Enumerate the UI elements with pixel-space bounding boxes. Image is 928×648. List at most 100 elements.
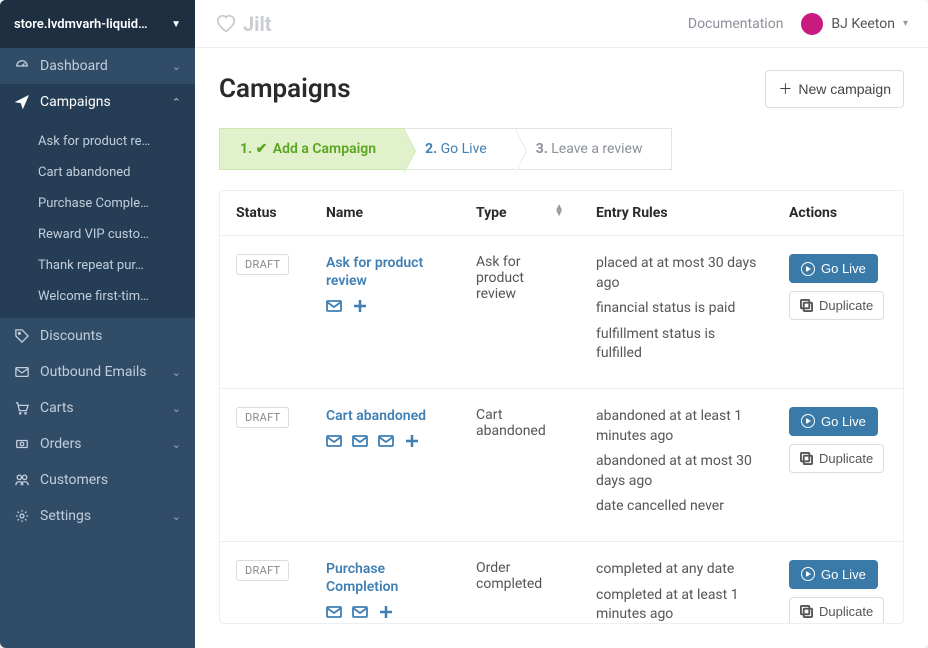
main: Jilt Documentation BJ Keeton ▾ Campaigns… (195, 0, 928, 648)
send-icon (14, 94, 30, 110)
avatar (801, 13, 823, 35)
sidebar-item-label: Outbound Emails (40, 364, 146, 380)
campaign-type: Cart abandoned (460, 388, 580, 541)
campaign-type: Ask for product review (460, 236, 580, 389)
user-menu[interactable]: BJ Keeton ▾ (801, 13, 908, 35)
sidebar-item-label: Customers (40, 472, 108, 488)
campaigns-table: Status Name Type ▲▼ Entry Rules Actions … (220, 191, 903, 624)
users-icon (14, 472, 30, 488)
table-row: DRAFTPurchase CompletionOrder completedc… (220, 541, 903, 624)
sidebar-item-customers[interactable]: Customers (0, 462, 195, 498)
tag-icon (14, 328, 30, 344)
sidebar-item-discounts[interactable]: Discounts (0, 318, 195, 354)
brand-logo: Jilt (215, 12, 272, 36)
add-email-icon[interactable] (352, 298, 368, 314)
orders-icon (14, 436, 30, 452)
check-icon: ✔ (256, 141, 268, 157)
chevron-down-icon: ⌄ (172, 366, 181, 379)
sidebar-subitem[interactable]: Cart abandoned (0, 157, 195, 188)
sidebar-item-orders[interactable]: Orders ⌄ (0, 426, 195, 462)
step-leave-a-review: 3. Leave a review (516, 128, 672, 170)
sidebar-subitem[interactable]: Ask for product re… (0, 126, 195, 157)
add-email-icon[interactable] (404, 433, 420, 449)
mail-icon (14, 364, 30, 380)
campaign-name-link[interactable]: Cart abandoned (326, 407, 444, 425)
chevron-up-icon: ⌃ (172, 96, 181, 109)
table-row: DRAFTCart abandonedCart abandonedabandon… (220, 388, 903, 541)
sidebar: store.lvdmvarh-liquid… ▼ Dashboard ⌄ Campa… (0, 0, 195, 648)
sidebar-item-settings[interactable]: Settings⌄ (0, 498, 195, 534)
play-icon (801, 567, 815, 581)
envelope-icon[interactable] (378, 433, 394, 449)
play-icon (801, 414, 815, 428)
page-header: Campaigns ＋ New campaign (195, 48, 928, 128)
th-status[interactable]: Status (220, 191, 310, 236)
step-add-a-campaign: 1. ✔ Add a Campaign (219, 128, 405, 170)
chevron-down-icon: ⌄ (172, 438, 181, 451)
campaign-name-link[interactable]: Ask for product review (326, 254, 444, 290)
th-type[interactable]: Type ▲▼ (460, 191, 580, 236)
sidebar-item-outbound-emails[interactable]: Outbound Emails ⌄ (0, 354, 195, 390)
sidebar-subitem[interactable]: Reward VIP custo… (0, 219, 195, 250)
duplicate-icon (800, 452, 813, 465)
go-live-button[interactable]: Go Live (789, 407, 878, 436)
sidebar-item-label: Settings (40, 508, 91, 524)
topbar: Jilt Documentation BJ Keeton ▾ (195, 0, 928, 48)
th-name[interactable]: Name (310, 191, 460, 236)
page-title: Campaigns (219, 74, 351, 104)
sidebar-item-campaigns[interactable]: Campaigns ⌃ (0, 84, 195, 120)
sidebar-item-label: Orders (40, 436, 82, 452)
dashboard-icon (14, 58, 30, 74)
sidebar-subitem[interactable]: Welcome first-tim… (0, 281, 195, 312)
duplicate-button[interactable]: Duplicate (789, 597, 884, 624)
brand-name: Jilt (243, 12, 272, 36)
sidebar-subitem[interactable]: Purchase Comple… (0, 188, 195, 219)
sidebar-nav: Dashboard⌄Campaigns⌃Ask for product re…C… (0, 48, 195, 534)
campaign-name-link[interactable]: Purchase Completion (326, 560, 444, 596)
status-badge: DRAFT (236, 254, 289, 275)
sort-icon: ▲▼ (554, 205, 564, 217)
status-badge: DRAFT (236, 407, 289, 428)
chevron-down-icon: ⌄ (172, 402, 181, 415)
envelope-icon[interactable] (352, 433, 368, 449)
envelope-icon[interactable] (326, 433, 342, 449)
campaign-type: Order completed (460, 541, 580, 624)
sidebar-item-label: Dashboard (40, 58, 108, 74)
store-switcher[interactable]: store.lvdmvarh-liquid… ▼ (0, 0, 195, 48)
sidebar-item-dashboard[interactable]: Dashboard ⌄ (0, 48, 195, 84)
onboarding-steps: 1. ✔ Add a Campaign2. Go Live3. Leave a … (219, 128, 904, 170)
entry-rules: placed at at most 30 days agofinancial s… (580, 236, 773, 389)
caret-down-icon: ▾ (903, 18, 908, 29)
campaigns-table-wrap: Status Name Type ▲▼ Entry Rules Actions … (219, 190, 904, 624)
sidebar-item-label: Carts (40, 400, 74, 416)
envelope-icon[interactable] (326, 298, 342, 314)
table-row: DRAFT Ask for product review Ask for produ… (220, 236, 903, 389)
cart-icon (14, 400, 30, 416)
documentation-link[interactable]: Documentation (688, 16, 784, 32)
envelope-icon[interactable] (326, 604, 342, 620)
go-live-button[interactable]: Go Live (789, 560, 878, 589)
new-campaign-label: New campaign (798, 81, 891, 97)
new-campaign-button[interactable]: ＋ New campaign (765, 70, 904, 108)
gear-icon (14, 508, 30, 524)
sidebar-item-label: Campaigns (40, 94, 111, 110)
play-icon (801, 262, 815, 276)
go-live-button[interactable]: Go Live (789, 254, 878, 283)
step-go-live[interactable]: 2. Go Live (405, 128, 516, 170)
th-rules[interactable]: Entry Rules (580, 191, 773, 236)
sidebar-item-label: Discounts (40, 328, 102, 344)
status-badge: DRAFT (236, 560, 289, 581)
add-email-icon[interactable] (378, 604, 394, 620)
sidebar-subitem[interactable]: Thank repeat pur… (0, 250, 195, 281)
duplicate-button[interactable]: Duplicate (789, 444, 884, 473)
envelope-icon[interactable] (352, 604, 368, 620)
duplicate-button[interactable]: Duplicate (789, 291, 884, 320)
user-name: BJ Keeton (831, 16, 895, 32)
step-label: Leave a review (551, 141, 642, 157)
sidebar-item-carts[interactable]: Carts ⌄ (0, 390, 195, 426)
chevron-down-icon: ⌄ (172, 60, 181, 73)
step-label: Go Live (441, 141, 487, 157)
plus-icon: ＋ (778, 79, 792, 99)
store-name: store.lvdmvarh-liquid… (14, 17, 147, 32)
duplicate-icon (800, 605, 813, 618)
